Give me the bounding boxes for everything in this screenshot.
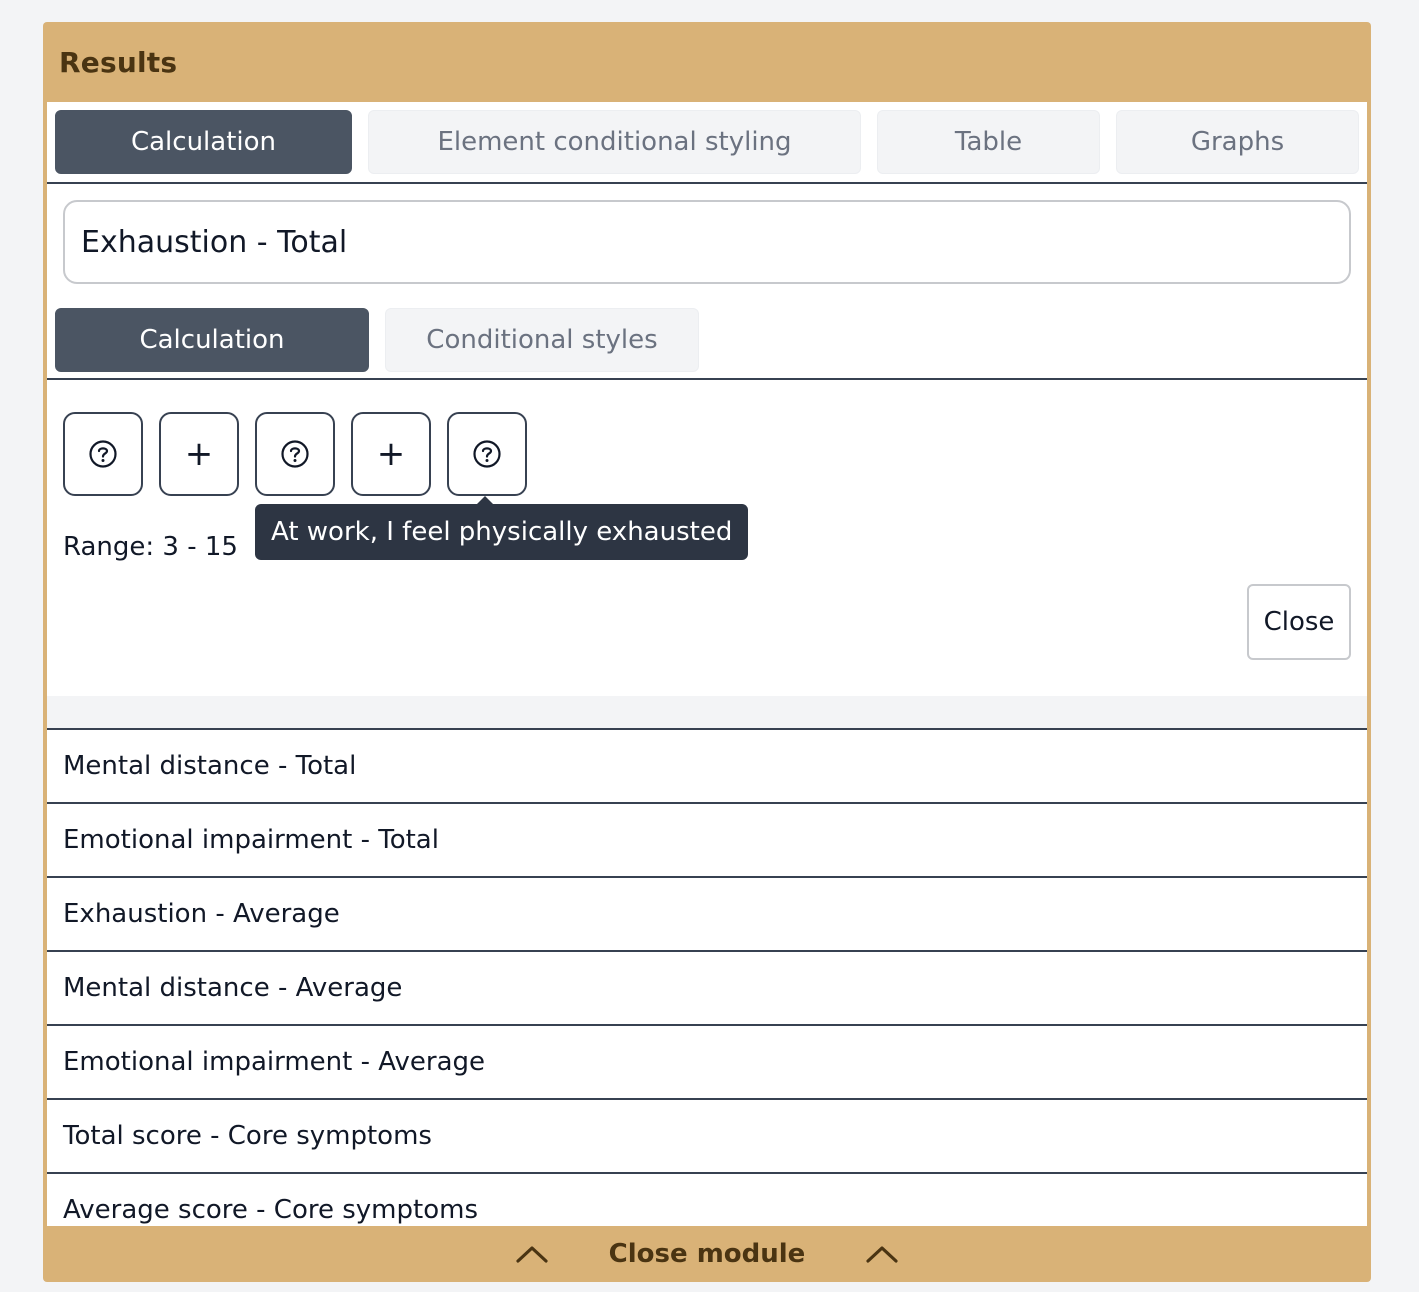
range-text: Range: 3 - 15	[63, 532, 238, 562]
tab-graphs[interactable]: Graphs	[1116, 110, 1359, 174]
element-name-input[interactable]	[63, 200, 1351, 284]
calc-token-plus-1[interactable]: +	[159, 412, 239, 496]
tabs-divider	[47, 182, 1367, 184]
calc-token-question-1[interactable]	[63, 412, 143, 496]
chevron-up-icon	[516, 1246, 548, 1263]
list-item[interactable]: Average score - Core symptoms	[47, 1172, 1367, 1226]
module-title: Results	[59, 46, 178, 79]
subtabs-divider	[47, 378, 1367, 380]
list-item[interactable]: Total score - Core symptoms	[47, 1098, 1367, 1172]
subtab-calculation[interactable]: Calculation	[55, 308, 369, 372]
results-list: Mental distance - Total Emotional impair…	[47, 728, 1367, 1226]
results-module: Results Calculation Element conditional …	[43, 22, 1371, 1282]
section-separator	[47, 696, 1367, 730]
token-tooltip: At work, I feel physically exhausted	[255, 504, 749, 560]
list-item[interactable]: Emotional impairment - Average	[47, 1024, 1367, 1098]
list-item[interactable]: Mental distance - Average	[47, 950, 1367, 1024]
tab-calculation[interactable]: Calculation	[55, 110, 352, 174]
question-circle-icon	[89, 440, 117, 468]
calc-token-plus-2[interactable]: +	[351, 412, 431, 496]
question-circle-icon	[473, 440, 501, 468]
close-button[interactable]: Close	[1247, 584, 1351, 660]
calc-token-question-3[interactable]	[447, 412, 527, 496]
tab-table[interactable]: Table	[877, 110, 1100, 174]
chevron-up-icon	[866, 1246, 898, 1263]
list-item[interactable]: Emotional impairment - Total	[47, 802, 1367, 876]
plus-icon: +	[376, 434, 406, 474]
tooltip-arrow	[477, 496, 493, 504]
subtab-conditional-styles[interactable]: Conditional styles	[385, 308, 699, 372]
close-module-label[interactable]: Close module	[609, 1239, 806, 1269]
module-body: Calculation Element conditional styling …	[47, 102, 1367, 1226]
tab-element-conditional-styling[interactable]: Element conditional styling	[368, 110, 861, 174]
list-item[interactable]: Mental distance - Total	[47, 728, 1367, 802]
close-module-bar[interactable]: Close module	[43, 1226, 1371, 1282]
question-circle-icon	[281, 440, 309, 468]
list-item[interactable]: Exhaustion - Average	[47, 876, 1367, 950]
calc-token-question-2[interactable]	[255, 412, 335, 496]
plus-icon: +	[184, 434, 214, 474]
